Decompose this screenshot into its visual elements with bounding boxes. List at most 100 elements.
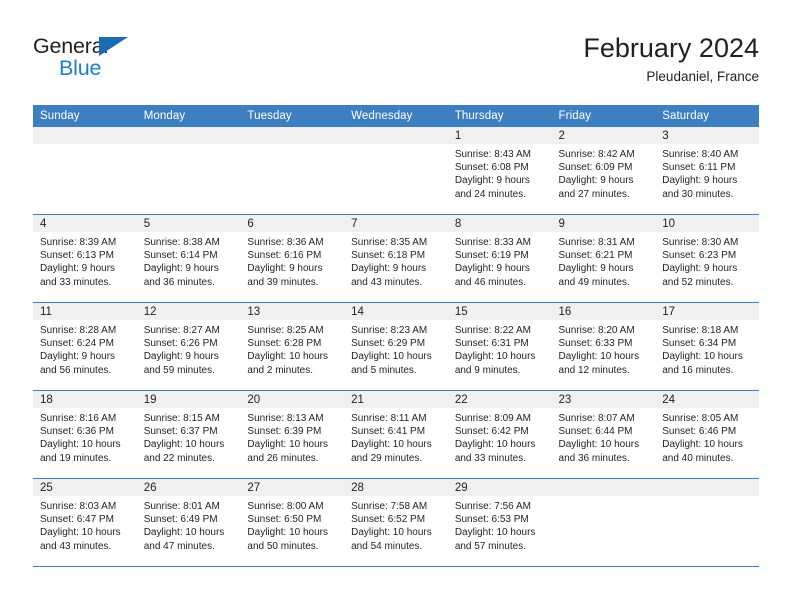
sunrise-text: Sunrise: 8:07 AM [558, 413, 635, 424]
day-number [344, 127, 448, 144]
sunrise-text: Sunrise: 8:40 AM [662, 149, 739, 160]
calendar-day-cell[interactable]: 11 Sunrise: 8:28 AM Sunset: 6:24 PM Dayligh… [33, 302, 137, 391]
calendar-day-cell[interactable]: 25 Sunrise: 8:03 AM Sunset: 6:47 PM Dayligh… [33, 478, 137, 567]
sun-info: Sunrise: 8:35 AM Sunset: 6:18 PM Daylight:… [344, 232, 448, 289]
day-number: 11 [33, 303, 137, 320]
sunrise-text: Sunrise: 8:28 AM [40, 325, 117, 336]
calendar-day-cell[interactable]: 29 Sunrise: 7:56 AM Sunset: 6:53 PM Dayligh… [447, 478, 552, 567]
calendar-day-cell[interactable]: 20 Sunrise: 8:13 AM Sunset: 6:39 PM Dayligh… [240, 390, 345, 479]
calendar-day-cell[interactable]: 23 Sunrise: 8:07 AM Sunset: 6:44 PM Dayligh… [551, 390, 656, 479]
calendar-day-cell[interactable]: 16 Sunrise: 8:20 AM Sunset: 6:33 PM Dayligh… [551, 302, 656, 391]
day-number: 16 [551, 303, 656, 320]
calendar-cell-inner: 19 Sunrise: 8:15 AM Sunset: 6:37 PM Dayligh… [136, 391, 241, 478]
day-number: 19 [136, 391, 241, 408]
sunset-text: Sunset: 6:26 PM [143, 338, 218, 350]
daylight-text: Daylight: 9 hours and 46 minutes. [454, 263, 530, 288]
sunrise-text: Sunrise: 8:31 AM [558, 237, 635, 248]
calendar-day-cell[interactable]: 7 Sunrise: 8:35 AM Sunset: 6:18 PM Daylight… [344, 214, 448, 303]
sun-info: Sunrise: 8:36 AM Sunset: 6:16 PM Daylight:… [240, 232, 344, 289]
calendar-day-cell[interactable]: 27 Sunrise: 8:00 AM Sunset: 6:50 PM Dayligh… [240, 478, 345, 567]
calendar-day-cell[interactable]: 2 Sunrise: 8:42 AM Sunset: 6:09 PM Daylight… [551, 127, 656, 215]
sunset-text: Sunset: 6:13 PM [40, 250, 114, 262]
calendar-day-cell[interactable]: 4 Sunrise: 8:39 AM Sunset: 6:13 PM Daylight… [33, 214, 137, 303]
day-number: 22 [447, 391, 552, 408]
calendar-day-cell[interactable]: 5 Sunrise: 8:38 AM Sunset: 6:14 PM Daylight… [136, 214, 241, 303]
sunset-text: Sunset: 6:53 PM [454, 514, 529, 526]
day-number [240, 127, 345, 144]
sunrise-text: Sunrise: 8:16 AM [40, 413, 117, 424]
location-subtitle: Pleudaniel, France [646, 69, 759, 84]
calendar-day-cell[interactable]: 14 Sunrise: 8:23 AM Sunset: 6:29 PM Dayligh… [344, 302, 448, 391]
calendar-day-cell[interactable]: 9 Sunrise: 8:31 AM Sunset: 6:21 PM Daylight… [551, 214, 656, 303]
sun-info: Sunrise: 7:58 AM Sunset: 6:52 PM Daylight:… [344, 496, 448, 553]
calendar-cell-inner: 23 Sunrise: 8:07 AM Sunset: 6:44 PM Dayligh… [551, 391, 656, 478]
calendar-day-cell[interactable]: 28 Sunrise: 7:58 AM Sunset: 6:52 PM Dayligh… [344, 478, 448, 567]
day-number: 5 [136, 215, 241, 232]
calendar-day-cell[interactable]: 10 Sunrise: 8:30 AM Sunset: 6:23 PM Dayligh… [655, 214, 759, 303]
calendar-day-cell[interactable]: 17 Sunrise: 8:18 AM Sunset: 6:34 PM Dayligh… [655, 302, 759, 391]
sun-info: Sunrise: 8:40 AM Sunset: 6:11 PM Daylight:… [655, 144, 759, 201]
daylight-text: Daylight: 9 hours and 56 minutes. [40, 351, 116, 376]
day-number: 29 [447, 479, 552, 496]
sun-info: Sunrise: 8:43 AM Sunset: 6:08 PM Daylight:… [448, 144, 552, 201]
calendar-cell-empty [33, 127, 137, 215]
sunset-text: Sunset: 6:08 PM [454, 162, 529, 174]
daylight-text: Daylight: 10 hours and 33 minutes. [454, 439, 536, 464]
day-number: 2 [551, 127, 656, 144]
sunrise-text: Sunrise: 8:09 AM [454, 413, 531, 424]
calendar-day-cell[interactable]: 19 Sunrise: 8:15 AM Sunset: 6:37 PM Dayligh… [136, 390, 241, 479]
calendar-day-cell[interactable]: 18 Sunrise: 8:16 AM Sunset: 6:36 PM Dayligh… [33, 390, 137, 479]
calendar-week-row: 4 Sunrise: 8:39 AM Sunset: 6:13 PM Daylight… [33, 214, 759, 303]
calendar-cell-inner: 22 Sunrise: 8:09 AM Sunset: 6:42 PM Dayligh… [447, 391, 552, 478]
daylight-text: Daylight: 10 hours and 5 minutes. [351, 351, 432, 376]
calendar-day-cell[interactable]: 21 Sunrise: 8:11 AM Sunset: 6:41 PM Dayligh… [344, 390, 448, 479]
calendar-cell-inner: 3 Sunrise: 8:40 AM Sunset: 6:11 PM Daylight… [655, 127, 759, 214]
sunrise-text: Sunrise: 7:58 AM [351, 501, 428, 512]
daylight-text: Daylight: 10 hours and 57 minutes. [454, 527, 536, 552]
calendar-cell-inner: 10 Sunrise: 8:30 AM Sunset: 6:23 PM Dayligh… [655, 215, 759, 302]
calendar-day-cell[interactable]: 3 Sunrise: 8:40 AM Sunset: 6:11 PM Daylight… [655, 127, 759, 215]
sunrise-text: Sunrise: 8:35 AM [351, 237, 428, 248]
calendar-day-cell[interactable]: 1 Sunrise: 8:43 AM Sunset: 6:08 PM Daylight… [447, 127, 552, 215]
calendar-cell-inner: 20 Sunrise: 8:13 AM Sunset: 6:39 PM Dayligh… [240, 391, 345, 478]
calendar-day-cell[interactable]: 8 Sunrise: 8:33 AM Sunset: 6:19 PM Daylight… [447, 214, 552, 303]
sunrise-text: Sunrise: 8:01 AM [143, 501, 220, 512]
weekday-header-monday: Monday [136, 105, 241, 127]
calendar-cell-inner: 13 Sunrise: 8:25 AM Sunset: 6:28 PM Dayligh… [240, 303, 345, 390]
sunrise-text: Sunrise: 8:42 AM [558, 149, 635, 160]
sunset-text: Sunset: 6:37 PM [143, 426, 218, 438]
daylight-text: Daylight: 9 hours and 59 minutes. [143, 351, 219, 376]
calendar-cell-inner: 12 Sunrise: 8:27 AM Sunset: 6:26 PM Dayligh… [136, 303, 241, 390]
calendar-cell-inner [344, 127, 448, 214]
calendar-cell-inner: 8 Sunrise: 8:33 AM Sunset: 6:19 PM Daylight… [447, 215, 552, 302]
daylight-text: Daylight: 10 hours and 9 minutes. [454, 351, 536, 376]
sunrise-text: Sunrise: 8:36 AM [247, 237, 324, 248]
calendar-day-cell[interactable]: 6 Sunrise: 8:36 AM Sunset: 6:16 PM Daylight… [240, 214, 345, 303]
day-number [33, 127, 137, 144]
day-number: 10 [655, 215, 759, 232]
calendar-day-cell[interactable]: 12 Sunrise: 8:27 AM Sunset: 6:26 PM Dayligh… [136, 302, 241, 391]
calendar-day-cell[interactable]: 22 Sunrise: 8:09 AM Sunset: 6:42 PM Dayligh… [447, 390, 552, 479]
calendar-day-cell[interactable]: 15 Sunrise: 8:22 AM Sunset: 6:31 PM Dayligh… [447, 302, 552, 391]
daylight-text: Daylight: 9 hours and 36 minutes. [143, 263, 219, 288]
calendar-day-cell[interactable]: 24 Sunrise: 8:05 AM Sunset: 6:46 PM Dayligh… [655, 390, 759, 479]
calendar-cell-empty [551, 478, 656, 567]
day-number: 14 [344, 303, 448, 320]
daylight-text: Daylight: 9 hours and 33 minutes. [40, 263, 116, 288]
sun-info: Sunrise: 8:38 AM Sunset: 6:14 PM Daylight:… [137, 232, 241, 289]
daylight-text: Daylight: 10 hours and 19 minutes. [40, 439, 121, 464]
sunset-text: Sunset: 6:50 PM [247, 514, 322, 526]
calendar-week-row: 11 Sunrise: 8:28 AM Sunset: 6:24 PM Dayligh… [33, 302, 759, 391]
day-number: 15 [447, 303, 552, 320]
sun-info: Sunrise: 8:39 AM Sunset: 6:13 PM Daylight:… [33, 232, 137, 289]
sunrise-text: Sunrise: 8:30 AM [662, 237, 739, 248]
calendar-cell-inner: 17 Sunrise: 8:18 AM Sunset: 6:34 PM Dayligh… [655, 303, 759, 390]
general-blue-logo[interactable]: General Blue [33, 34, 263, 92]
sun-info: Sunrise: 8:09 AM Sunset: 6:42 PM Daylight:… [448, 408, 552, 465]
daylight-text: Daylight: 10 hours and 50 minutes. [247, 527, 329, 552]
calendar-day-cell[interactable]: 13 Sunrise: 8:25 AM Sunset: 6:28 PM Dayligh… [240, 302, 345, 391]
calendar-cell-inner: 24 Sunrise: 8:05 AM Sunset: 6:46 PM Dayligh… [655, 391, 759, 478]
sun-info: Sunrise: 8:27 AM Sunset: 6:26 PM Daylight:… [137, 320, 241, 377]
calendar-day-cell[interactable]: 26 Sunrise: 8:01 AM Sunset: 6:49 PM Dayligh… [136, 478, 241, 567]
sunrise-text: Sunrise: 8:05 AM [662, 413, 739, 424]
